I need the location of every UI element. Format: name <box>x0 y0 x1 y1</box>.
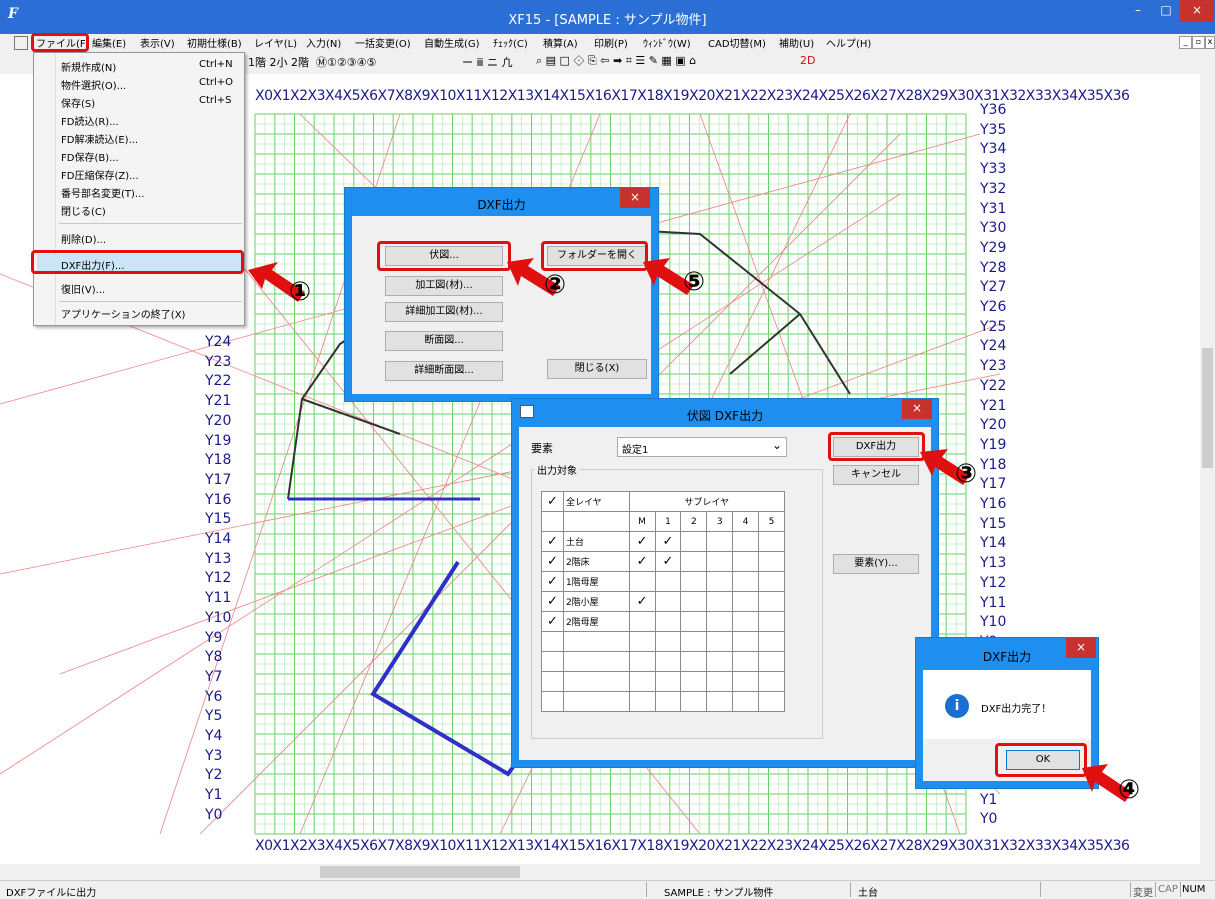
annotation-arrows <box>248 258 1132 802</box>
step-5-label: ⑤ <box>683 267 706 297</box>
step-4-label: ④ <box>1118 775 1141 805</box>
step-1-label: ① <box>289 277 312 307</box>
step-3-label: ③ <box>955 459 978 489</box>
step-2-label: ② <box>544 270 567 300</box>
